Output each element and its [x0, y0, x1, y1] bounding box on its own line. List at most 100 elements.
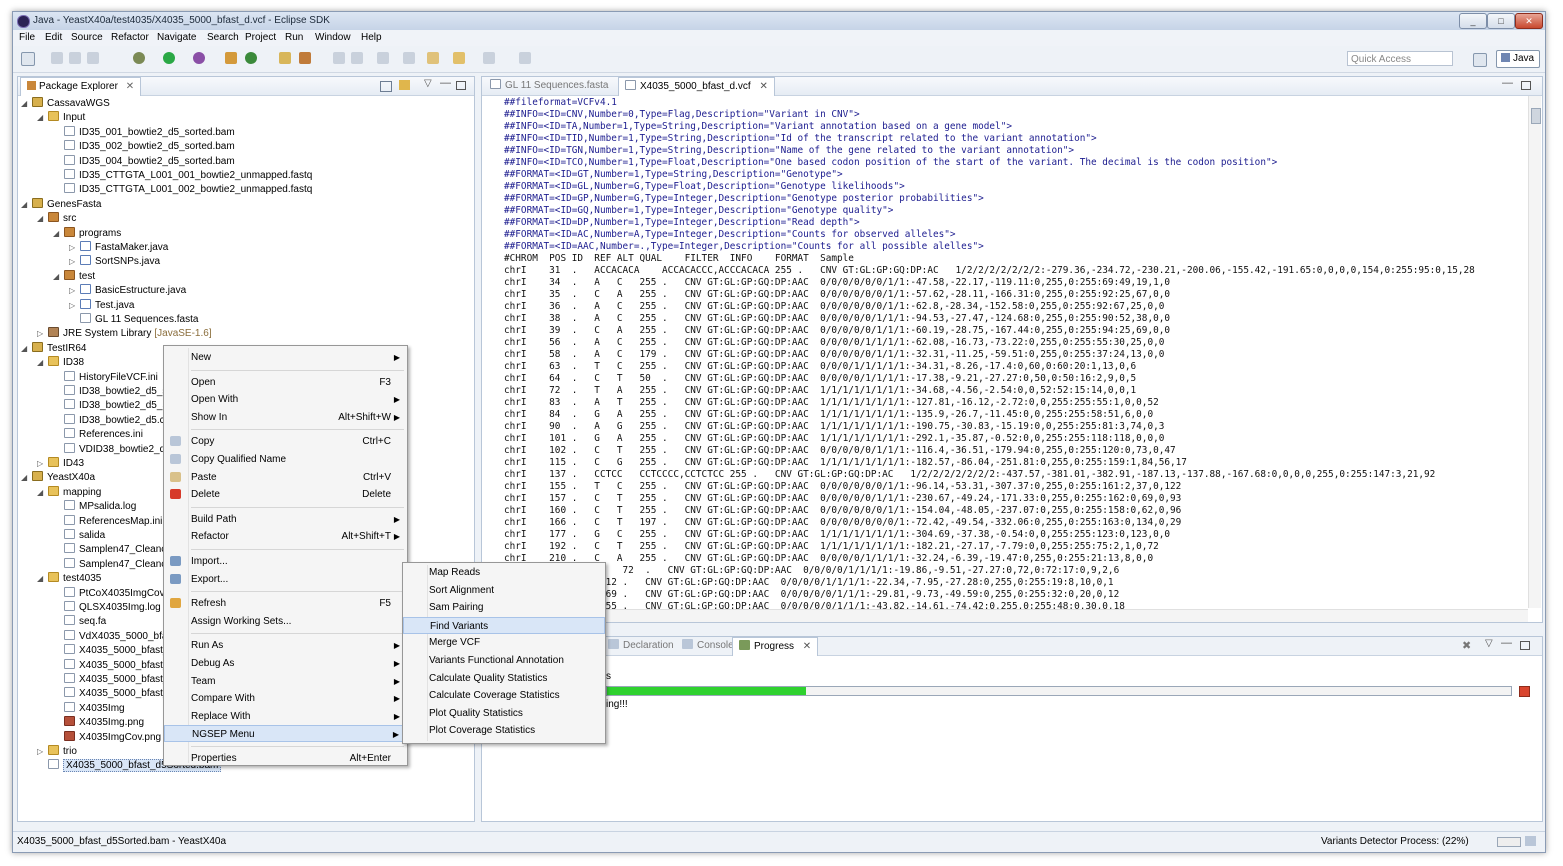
toggle-block-icon[interactable] [351, 52, 363, 64]
tree-item[interactable]: ID38_bowtie2_d5_s [64, 385, 167, 399]
tree-item[interactable]: ◢ ID38 [37, 356, 84, 370]
tree-item[interactable]: ▷ SortSNPs.java [69, 255, 160, 269]
save-icon[interactable] [51, 52, 63, 64]
expanded-arrow-icon[interactable]: ◢ [37, 356, 43, 370]
menu-item-merge-vcf[interactable]: Merge VCF [403, 634, 605, 651]
new-icon[interactable] [21, 52, 35, 66]
tree-item[interactable]: ID35_001_bowtie2_d5_sorted.bam [64, 125, 235, 140]
tree-item[interactable]: GL 11 Sequences.fasta [80, 313, 198, 327]
tab-console[interactable]: Console [676, 637, 740, 655]
tab-vcf-file[interactable]: X4035_5000_bfast_d.vcf ✕ [618, 77, 775, 96]
menu-item-copy-qualified-name[interactable]: Copy Qualified Name [164, 451, 407, 468]
menu-item-paste[interactable]: Paste Ctrl+V [164, 469, 407, 486]
tree-item[interactable]: References.ini [64, 428, 143, 442]
tree-item[interactable]: ID35_004_bowtie2_d5_sorted.bam [64, 154, 235, 169]
tree-item[interactable]: VdX4035_5000_bfa [64, 629, 167, 644]
tree-item[interactable]: ◢ CassavaWGS [21, 97, 110, 111]
scrollbar-thumb[interactable] [1531, 108, 1541, 124]
expanded-arrow-icon[interactable]: ◢ [21, 198, 27, 212]
tree-item[interactable]: QLSX4035Img.log [64, 601, 161, 615]
menu-item-sort-alignment[interactable]: Sort Alignment [403, 582, 605, 599]
menu-item-variants-functional-annotation[interactable]: Variants Functional Annotation [403, 652, 605, 669]
tree-item[interactable]: ID35_CTTGTA_L001_001_bowtie2_unmapped.fa… [64, 169, 312, 183]
tree-item[interactable]: ◢ Input [37, 111, 85, 125]
expanded-arrow-icon[interactable]: ◢ [37, 486, 43, 500]
menu-item-plot-quality-statistics[interactable]: Plot Quality Statistics [403, 705, 605, 722]
collapsed-arrow-icon[interactable]: ▷ [69, 241, 75, 255]
tree-item[interactable]: VDID38_bowtie2_d [64, 442, 165, 457]
vertical-scrollbar[interactable] [1528, 96, 1541, 608]
link-with-editor-icon[interactable] [399, 80, 410, 90]
tree-item[interactable]: salida [64, 529, 105, 543]
expanded-arrow-icon[interactable]: ◢ [53, 270, 59, 284]
tree-item[interactable]: ID38_bowtie2_d5.c [64, 413, 165, 428]
menu-item-properties[interactable]: Properties Alt+Enter [164, 750, 407, 767]
expanded-arrow-icon[interactable]: ◢ [53, 227, 59, 241]
tab-declaration[interactable]: Declaration [602, 637, 680, 655]
forward-icon[interactable] [483, 52, 495, 64]
view-menu-icon[interactable]: ▽ [424, 78, 432, 89]
tree-item[interactable]: ◢ GenesFasta [21, 197, 101, 212]
tree-item[interactable]: ◢ YeastX40a [21, 471, 95, 485]
tree-item[interactable]: X4035ImgCov.png [64, 730, 161, 745]
minimize-view-icon[interactable]: — [1501, 637, 1512, 649]
minimize-editor-icon[interactable]: — [1502, 77, 1513, 89]
save-all-icon[interactable] [69, 52, 81, 64]
menu-window[interactable]: Window [315, 32, 351, 43]
menu-item-replace-with[interactable]: Replace With ▶ [164, 708, 407, 725]
menu-item-debug-as[interactable]: Debug As ▶ [164, 655, 407, 672]
java-perspective-button[interactable]: Java [1496, 50, 1540, 68]
tree-item[interactable]: ◢ programs [53, 226, 121, 241]
collapsed-arrow-icon[interactable]: ▷ [37, 327, 43, 341]
menu-item-compare-with[interactable]: Compare With ▶ [164, 690, 407, 707]
tree-item[interactable]: ▷ Test.java [69, 298, 134, 313]
menu-item-open-with[interactable]: Open With ▶ [164, 391, 407, 408]
print-icon[interactable] [87, 52, 99, 64]
menu-item-open[interactable]: Open F3 [164, 374, 407, 391]
collapsed-arrow-icon[interactable]: ▷ [37, 457, 43, 471]
menu-source[interactable]: Source [71, 32, 103, 43]
menu-item-run-as[interactable]: Run As ▶ [164, 637, 407, 654]
status-progress-icon[interactable] [1497, 837, 1521, 847]
debug-icon[interactable] [133, 52, 145, 64]
menu-file[interactable]: File [19, 32, 35, 43]
pin-editor-icon[interactable] [519, 52, 531, 64]
tree-item[interactable]: X4035_5000_bfast_ [64, 644, 169, 658]
tree-item[interactable]: ▷ FastaMaker.java [69, 241, 168, 255]
expanded-arrow-icon[interactable]: ◢ [37, 111, 43, 125]
menu-item-refresh[interactable]: Refresh F5 [164, 595, 407, 612]
maximize-button[interactable]: □ [1487, 13, 1515, 29]
view-menu-icon[interactable]: ▽ [1485, 638, 1493, 649]
external-tools-icon[interactable] [193, 52, 205, 64]
close-tab-icon[interactable]: ✕ [126, 81, 134, 92]
tree-item[interactable]: ReferencesMap.ini [64, 514, 162, 529]
menu-item-calculate-coverage-statistics[interactable]: Calculate Coverage Statistics [403, 687, 605, 704]
menu-navigate[interactable]: Navigate [157, 32, 196, 43]
expanded-arrow-icon[interactable]: ◢ [37, 212, 43, 226]
menu-item-find-variants[interactable]: Find Variants [403, 616, 605, 634]
menu-item-import[interactable]: Import... [164, 553, 407, 570]
open-type-icon[interactable] [279, 52, 291, 64]
tab-progress[interactable]: Progress ✕ [732, 637, 819, 656]
menu-item-plot-coverage-statistics[interactable]: Plot Coverage Statistics [403, 722, 605, 739]
tree-item[interactable]: ▷ BasicEstructure.java [69, 284, 186, 298]
tree-item[interactable]: ID35_CTTGTA_L001_002_bowtie2_unmapped.fa… [64, 183, 312, 197]
expanded-arrow-icon[interactable]: ◢ [21, 471, 27, 485]
tree-item[interactable]: Samplen47_Cleanc [64, 543, 166, 557]
next-annotation-icon[interactable] [377, 52, 389, 64]
toggle-mark-icon[interactable] [333, 52, 345, 64]
menu-project[interactable]: Project [245, 32, 276, 43]
collapsed-arrow-icon[interactable]: ▷ [69, 284, 75, 298]
collapse-all-icon[interactable] [380, 81, 392, 92]
menu-item-delete[interactable]: Delete Delete [164, 486, 407, 503]
menu-item-copy[interactable]: Copy Ctrl+C [164, 433, 407, 450]
tree-item[interactable]: Samplen47_Cleanc [64, 557, 166, 572]
menu-run[interactable]: Run [285, 32, 303, 43]
cancel-progress-icon[interactable] [1519, 686, 1530, 697]
tree-item[interactable]: seq.fa [64, 615, 106, 629]
open-perspective-icon[interactable] [1473, 53, 1487, 67]
menu-item-export[interactable]: Export... [164, 571, 407, 588]
expanded-arrow-icon[interactable]: ◢ [37, 572, 43, 586]
maximize-view-icon[interactable] [1520, 641, 1530, 650]
back-icon[interactable] [453, 52, 465, 64]
